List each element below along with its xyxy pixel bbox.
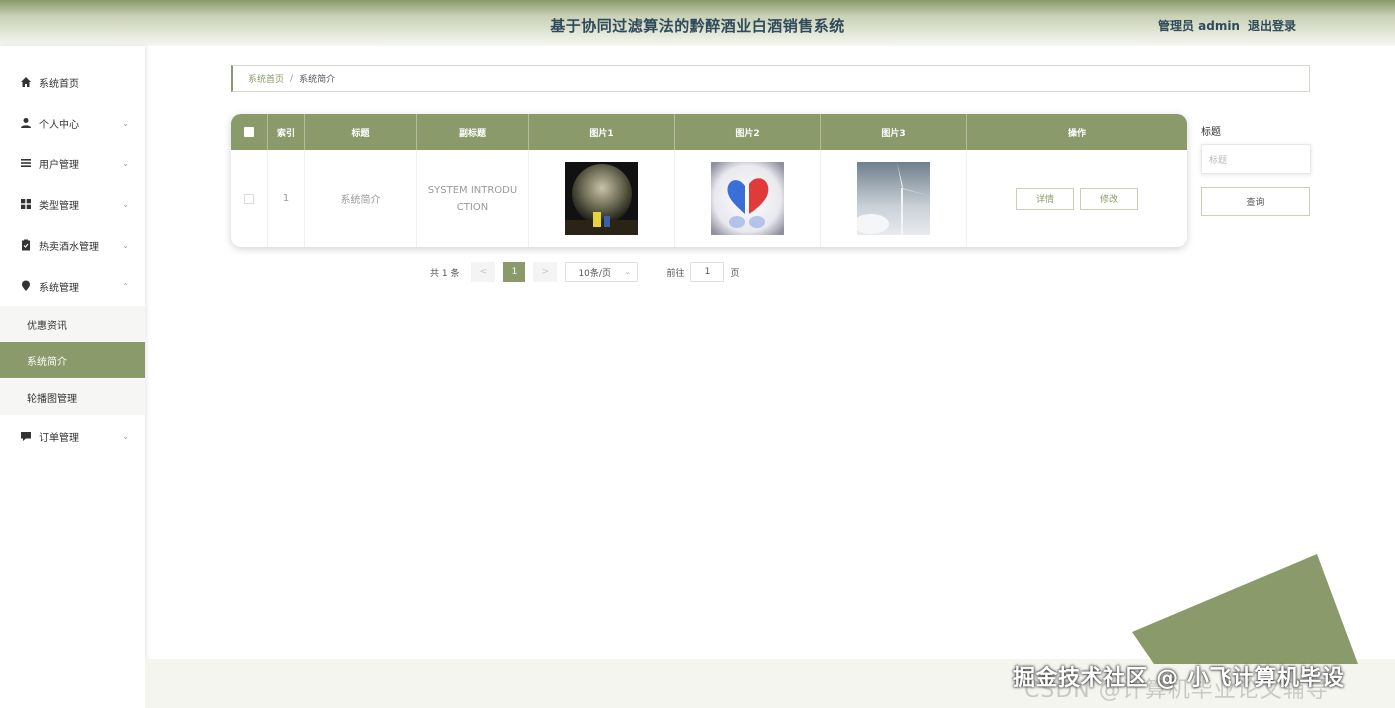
column-header-subtitle: 副标题 [417, 114, 529, 150]
chevron-down-icon: ⌄ [122, 118, 129, 128]
chevron-down-icon: ⌄ [122, 240, 129, 250]
sidebar-item-label: 系统管理 [39, 282, 79, 294]
edit-button[interactable]: 修改 [1080, 187, 1138, 210]
sidebar-item-personal-center[interactable]: 个人中心 ⌄ [0, 105, 145, 141]
column-header-image1: 图片1 [529, 114, 675, 150]
sidebar-item-label: 类型管理 [39, 200, 79, 212]
goto-prefix: 前往 [666, 268, 685, 279]
location-pin-icon [22, 280, 30, 291]
column-header-title: 标题 [305, 114, 417, 150]
hearts-photo[interactable] [711, 162, 784, 235]
goto-suffix: 页 [730, 268, 740, 279]
table-header: 索引 标题 副标题 图片1 图片2 图片3 操作 [231, 114, 1187, 150]
table-row: 1 系统简介 SYSTEM INTRODUCTION 详情 修改 [231, 150, 1187, 247]
cell-image1 [529, 150, 675, 247]
cell-index: 1 [268, 150, 305, 247]
chevron-down-icon: ⌄ [624, 268, 631, 276]
pagination: 共 1 条 < 1 > 10条/页 ⌄ 前往 1 页 [430, 262, 739, 282]
sidebar-item-system-management[interactable]: 系统管理 ⌃ [0, 268, 145, 304]
page-size-select[interactable]: 10条/页 ⌄ [565, 262, 639, 282]
user-icon [21, 118, 31, 128]
sidebar-subitem-system-intro[interactable]: 系统简介 [0, 342, 145, 378]
admin-user-label: 管理员 admin [1157, 19, 1240, 33]
pagination-total: 共 1 条 [430, 268, 460, 279]
decorative-shape [1132, 554, 1358, 664]
sidebar-subitem-promotions[interactable]: 优惠资讯 [0, 306, 145, 342]
column-header-actions: 操作 [1067, 128, 1086, 139]
sidebar-subitem-label: 优惠资讯 [27, 320, 67, 332]
goto-page-input[interactable]: 1 [690, 262, 725, 282]
next-page-button[interactable]: > [533, 262, 558, 282]
breadcrumb-home-link[interactable]: 系统首页 [248, 72, 284, 85]
cell-actions: 详情 修改 [967, 150, 1187, 247]
logout-link[interactable]: 退出登录 [1248, 17, 1296, 34]
sidebar-item-label: 个人中心 [39, 119, 79, 131]
clipboard-icon [22, 239, 30, 251]
breadcrumb: 系统首页 / 系统简介 [231, 65, 1310, 92]
select-all-checkbox[interactable] [244, 127, 254, 137]
search-button[interactable]: 查询 [1201, 187, 1310, 216]
page-size-value: 10条/页 [578, 268, 611, 279]
cell-image3 [821, 150, 967, 247]
sidebar-item-label: 热卖酒水管理 [39, 241, 99, 253]
search-title-label: 标题 [1201, 127, 1221, 138]
sidebar-item-hot-liquor-management[interactable]: 热卖酒水管理 ⌄ [0, 227, 145, 263]
chevron-down-icon: ⌄ [122, 158, 129, 168]
chevron-up-icon: ⌃ [122, 281, 129, 291]
data-table: 索引 标题 副标题 图片1 图片2 图片3 操作 1 系统简介 SYSTEM I… [231, 114, 1187, 247]
juejin-watermark: 掘金技术社区 @ 小飞计算机毕设 [1013, 666, 1345, 691]
chevron-down-icon: ⌄ [122, 199, 129, 209]
column-header-image2: 图片2 [675, 114, 821, 150]
row-select-cell [231, 150, 268, 247]
earth-photo[interactable] [565, 162, 638, 235]
list-icon [21, 159, 31, 167]
current-page-button[interactable]: 1 [503, 262, 526, 282]
breadcrumb-separator: / [290, 73, 294, 84]
cell-title: 系统简介 [305, 150, 417, 247]
sidebar-subitem-label: 轮播图管理 [27, 393, 77, 405]
sidebar: 系统首页 个人中心 ⌄ 用户管理 ⌄ 类型管理 ⌄ 热卖酒水管理 ⌄ 系统管理 … [0, 46, 145, 708]
home-icon [21, 77, 31, 87]
header-user-area: 管理员 admin 退出登录 [1158, 17, 1296, 34]
sidebar-item-label: 用户管理 [39, 159, 79, 171]
search-title-input[interactable]: 标题 [1201, 144, 1311, 174]
sidebar-item-type-management[interactable]: 类型管理 ⌄ [0, 186, 145, 222]
select-all-cell [231, 114, 268, 150]
grid-icon [21, 199, 31, 209]
sidebar-item-label: 系统首页 [39, 78, 79, 90]
column-header-image3: 图片3 [821, 114, 967, 150]
chevron-down-icon: ⌄ [122, 431, 129, 441]
sidebar-item-label: 订单管理 [39, 432, 79, 444]
cell-image2 [675, 150, 821, 247]
column-header-index: 索引 [268, 114, 305, 150]
wind-turbine-photo[interactable] [857, 162, 930, 235]
cell-subtitle-text: SYSTEM INTRODUCTION [427, 184, 518, 213]
prev-page-button[interactable]: < [471, 262, 496, 282]
chat-icon [21, 432, 31, 441]
sidebar-item-user-management[interactable]: 用户管理 ⌄ [0, 145, 145, 181]
detail-button[interactable]: 详情 [1016, 187, 1074, 210]
sidebar-item-order-management[interactable]: 订单管理 ⌄ [0, 418, 145, 454]
top-header: 基于协同过滤算法的黔醉酒业白酒销售系统 管理员 admin 退出登录 [0, 0, 1395, 46]
row-checkbox[interactable] [244, 193, 254, 204]
sidebar-item-home[interactable]: 系统首页 [0, 64, 145, 100]
breadcrumb-current: 系统简介 [299, 75, 336, 85]
sidebar-subitem-label: 系统简介 [27, 356, 67, 368]
sidebar-subitem-carousel-management[interactable]: 轮播图管理 [0, 379, 145, 415]
cell-subtitle: SYSTEM INTRODUCTION [417, 150, 529, 247]
